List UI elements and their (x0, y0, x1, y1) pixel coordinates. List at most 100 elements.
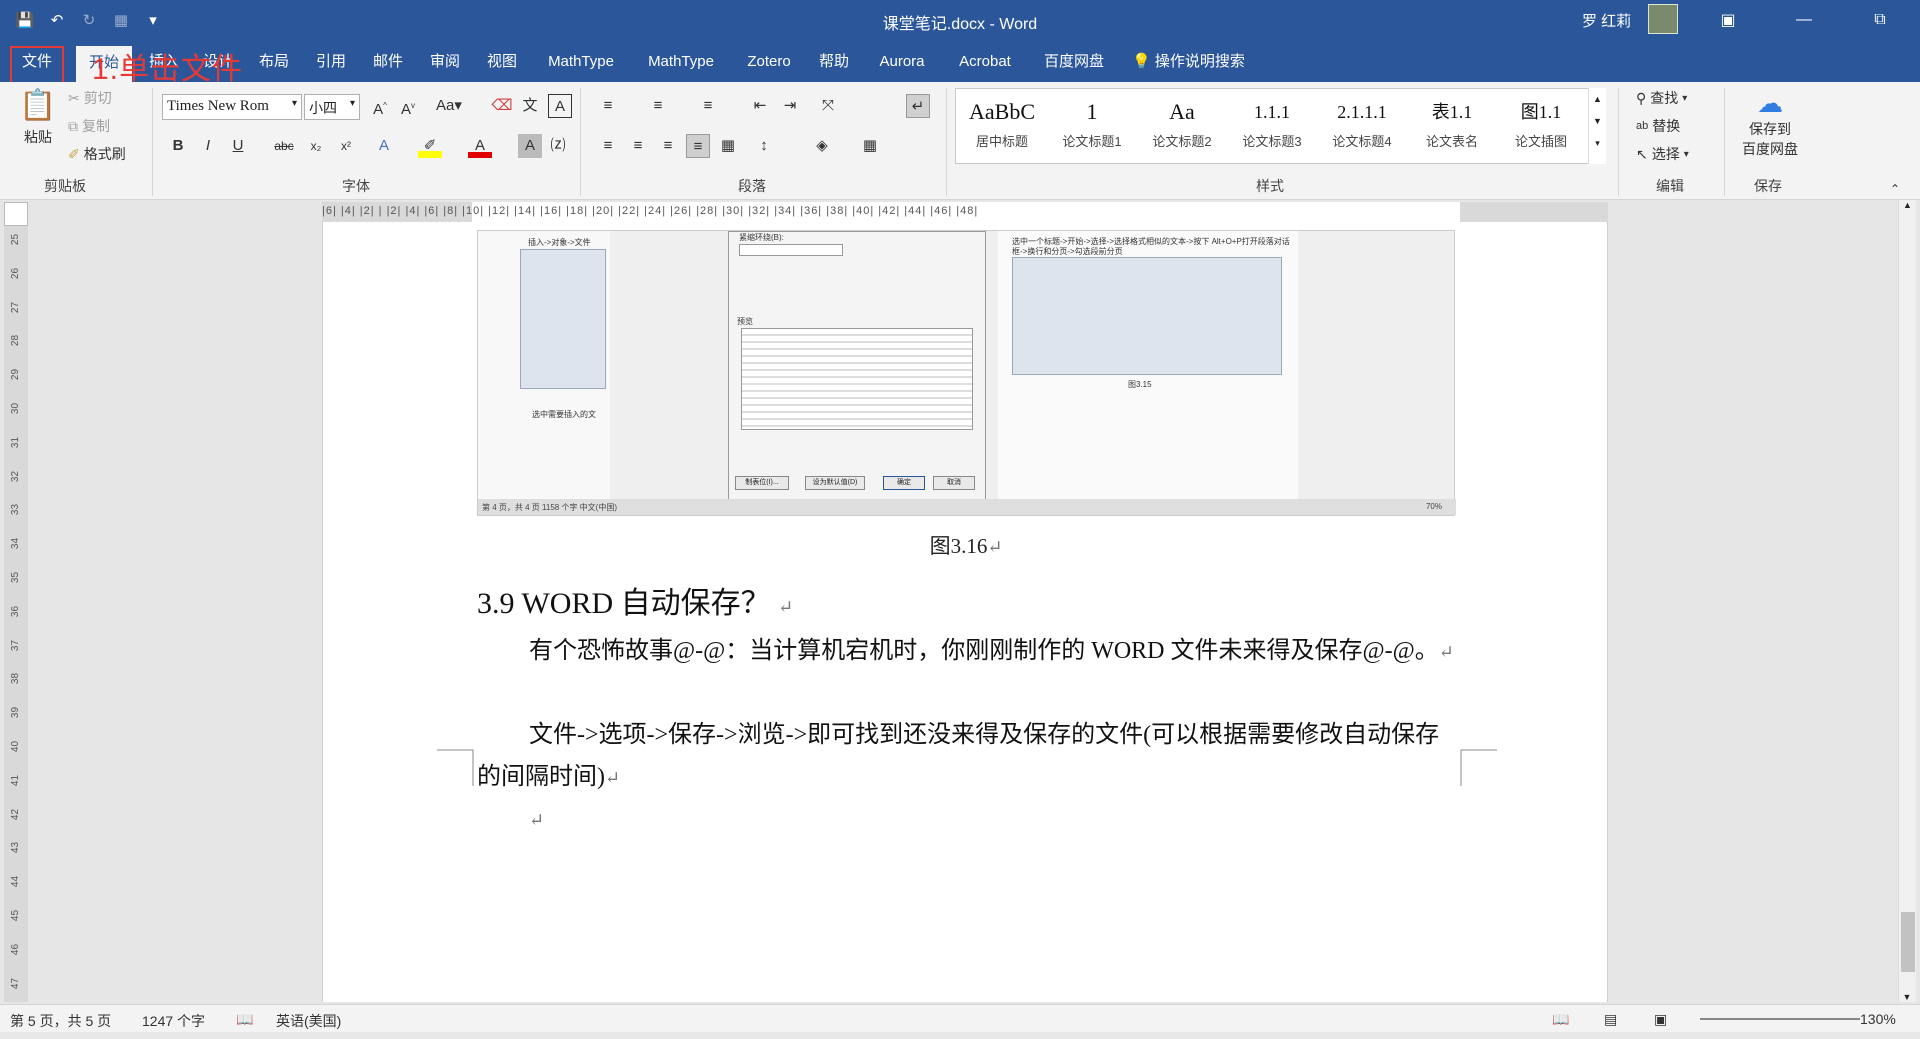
select-label: 选择 (1651, 146, 1680, 162)
tab-mathtype-2[interactable]: MathType (636, 48, 726, 76)
multilevel-list-icon[interactable]: ≡ (696, 94, 720, 118)
superscript-icon[interactable]: x² (334, 134, 358, 158)
tab-references[interactable]: 引用 (309, 48, 353, 76)
zoom-slider[interactable] (1700, 1018, 1860, 1020)
scroll-up-icon[interactable]: ▲ (1899, 200, 1916, 210)
vertical-scrollbar[interactable]: ▲ ▼ (1898, 200, 1916, 1002)
style-item[interactable]: Aa 论文标题2 (1138, 93, 1226, 161)
word-count[interactable]: 1247 个字 (142, 1011, 205, 1031)
user-name[interactable]: 罗 红莉 (1582, 10, 1631, 31)
align-right-icon[interactable]: ≡ (656, 134, 680, 158)
style-item[interactable]: 2.1.1.1 论文标题4 (1318, 93, 1406, 161)
chevron-down-icon[interactable]: ▼ (1589, 116, 1606, 126)
redo-icon[interactable]: ↻ (78, 9, 100, 31)
print-layout-icon[interactable]: ▤ (1604, 1011, 1617, 1028)
strikethrough-icon[interactable]: abc (272, 134, 296, 158)
read-mode-icon[interactable]: 📖 (1552, 1011, 1569, 1028)
ribbon-display-icon[interactable]: ▣ (1690, 0, 1766, 40)
replace-button[interactable]: ab 替换 (1636, 116, 1680, 136)
tab-help[interactable]: 帮助 (812, 48, 856, 76)
horizontal-ruler[interactable]: |6| |4| |2| | |2| |4| |6| |8| |10| |12| … (322, 202, 1608, 222)
vruler-number: 31 (10, 436, 22, 448)
text-effects-icon[interactable]: A (372, 134, 396, 158)
scroll-down-icon[interactable]: ▼ (1899, 992, 1915, 1002)
format-painter-button[interactable]: ✐ 格式刷 (68, 144, 126, 164)
show-marks-icon[interactable]: ↵ (906, 94, 930, 118)
save-label-1: 保存到 (1749, 121, 1791, 137)
numbering-icon[interactable]: ≡ (646, 94, 670, 118)
character-shading-icon[interactable]: A (518, 134, 542, 158)
tab-acrobat[interactable]: Acrobat (950, 48, 1020, 76)
align-left-icon[interactable]: ≡ (596, 134, 620, 158)
font-color-icon[interactable]: A (468, 134, 492, 158)
undo-icon[interactable]: ↶ (46, 9, 68, 31)
character-border-icon[interactable]: A (548, 94, 572, 118)
font-group-label: 字体 (342, 178, 370, 194)
minimize-icon[interactable]: — (1766, 0, 1842, 40)
justify-icon[interactable]: ≡ (686, 134, 710, 158)
style-item[interactable]: 图1.1 论文插图 (1498, 93, 1584, 161)
font-name-select[interactable]: Times New Rom ▾ (162, 94, 302, 120)
bold-icon[interactable]: B (166, 134, 190, 158)
find-button[interactable]: ⚲ 查找 ▾ (1636, 88, 1687, 108)
language[interactable]: 英语(美国) (276, 1011, 341, 1031)
chevron-up-icon[interactable]: ▲ (1589, 94, 1606, 104)
bullets-icon[interactable]: ≡ (596, 94, 620, 118)
tab-view[interactable]: 视图 (480, 48, 524, 76)
subscript-icon[interactable]: x₂ (304, 134, 328, 158)
phonetic-guide-icon[interactable]: 文 (518, 94, 542, 118)
chinese-layout-icon[interactable]: ⤧ (816, 94, 840, 118)
save-icon[interactable]: 💾 (14, 9, 36, 31)
clear-formatting-icon[interactable]: ⌫ (490, 94, 514, 118)
restore-icon[interactable]: ⧉ (1842, 0, 1918, 40)
save-to-baidu-button[interactable]: ☁ 保存到 百度网盘 (1738, 88, 1802, 159)
highlight-icon[interactable]: ✐ (418, 134, 442, 158)
line-spacing-icon[interactable]: ↕ (752, 134, 776, 158)
table-icon[interactable]: ▦ (110, 9, 132, 31)
style-item[interactable]: 1.1.1 论文标题3 (1228, 93, 1316, 161)
tab-mailings[interactable]: 邮件 (366, 48, 410, 76)
shrink-font-icon[interactable]: Av (396, 94, 420, 118)
tab-layout[interactable]: 布局 (252, 48, 296, 76)
grow-font-icon[interactable]: A^ (368, 94, 392, 118)
tell-me-search[interactable]: 💡 操作说明搜索 (1132, 48, 1262, 76)
borders-icon[interactable]: ▦ (858, 134, 882, 158)
select-button[interactable]: ↖ 选择 ▾ (1636, 144, 1689, 164)
zoom-level[interactable]: 130% (1860, 1011, 1896, 1027)
vruler-number: 45 (10, 909, 22, 922)
paste-button[interactable]: 📋 粘贴 (18, 88, 58, 147)
avatar[interactable] (1648, 4, 1678, 34)
collapse-ribbon-icon[interactable]: ⌃ (1890, 182, 1900, 196)
tab-selector-icon[interactable] (4, 202, 28, 226)
shading-icon[interactable]: ◈ (810, 134, 834, 158)
styles-scroll[interactable]: ▲ ▼ ▾ (1588, 88, 1606, 164)
italic-icon[interactable]: I (196, 134, 220, 158)
align-center-icon[interactable]: ≡ (626, 134, 650, 158)
decrease-indent-icon[interactable]: ⇤ (748, 94, 772, 118)
tab-baidu-netdisk[interactable]: 百度网盘 (1036, 48, 1112, 76)
increase-indent-icon[interactable]: ⇥ (778, 94, 802, 118)
cut-button[interactable]: ✂ 剪切 (68, 88, 112, 108)
change-case-icon[interactable]: Aa▾ (432, 94, 466, 118)
page-count[interactable]: 第 5 页，共 5 页 (10, 1011, 111, 1031)
style-item[interactable]: 表1.1 论文表名 (1408, 93, 1496, 161)
proofing-icon[interactable]: 📖 (236, 1011, 253, 1028)
copy-button[interactable]: ⧉ 复制 (68, 116, 110, 136)
style-item[interactable]: AaBbC 居中标题 (958, 93, 1046, 161)
customize-qat-icon[interactable]: ▾ (142, 9, 164, 31)
paragraph-1-text: 有个恐怖故事@-@：当计算机宕机时，你刚刚制作的 WORD 文件未来得及保存@-… (529, 638, 1439, 664)
web-layout-icon[interactable]: ▣ (1654, 1011, 1667, 1028)
document-page[interactable]: 插入->对象->文件 选中需要插入的文 紧缩环绕(B): 预览 制表位(I)..… (322, 222, 1608, 1002)
tab-zotero[interactable]: Zotero (738, 48, 800, 76)
style-item[interactable]: 1 论文标题1 (1048, 93, 1136, 161)
font-size-select[interactable]: 小四 ▾ (304, 94, 360, 120)
vertical-ruler[interactable]: 25 26 27 28 29 30 31 32 33 34 35 36 37 38 39 40 41 42 43 44… (4, 202, 28, 1002)
underline-icon[interactable]: U (226, 134, 250, 158)
more-icon[interactable]: ▾ (1589, 138, 1606, 149)
enclose-characters-icon[interactable]: ⒵ (546, 134, 570, 158)
tab-aurora[interactable]: Aurora (872, 48, 932, 76)
distributed-icon[interactable]: ▦ (716, 134, 740, 158)
tab-mathtype-1[interactable]: MathType (536, 48, 626, 76)
tab-review[interactable]: 审阅 (423, 48, 467, 76)
scroll-thumb[interactable] (1901, 912, 1915, 972)
